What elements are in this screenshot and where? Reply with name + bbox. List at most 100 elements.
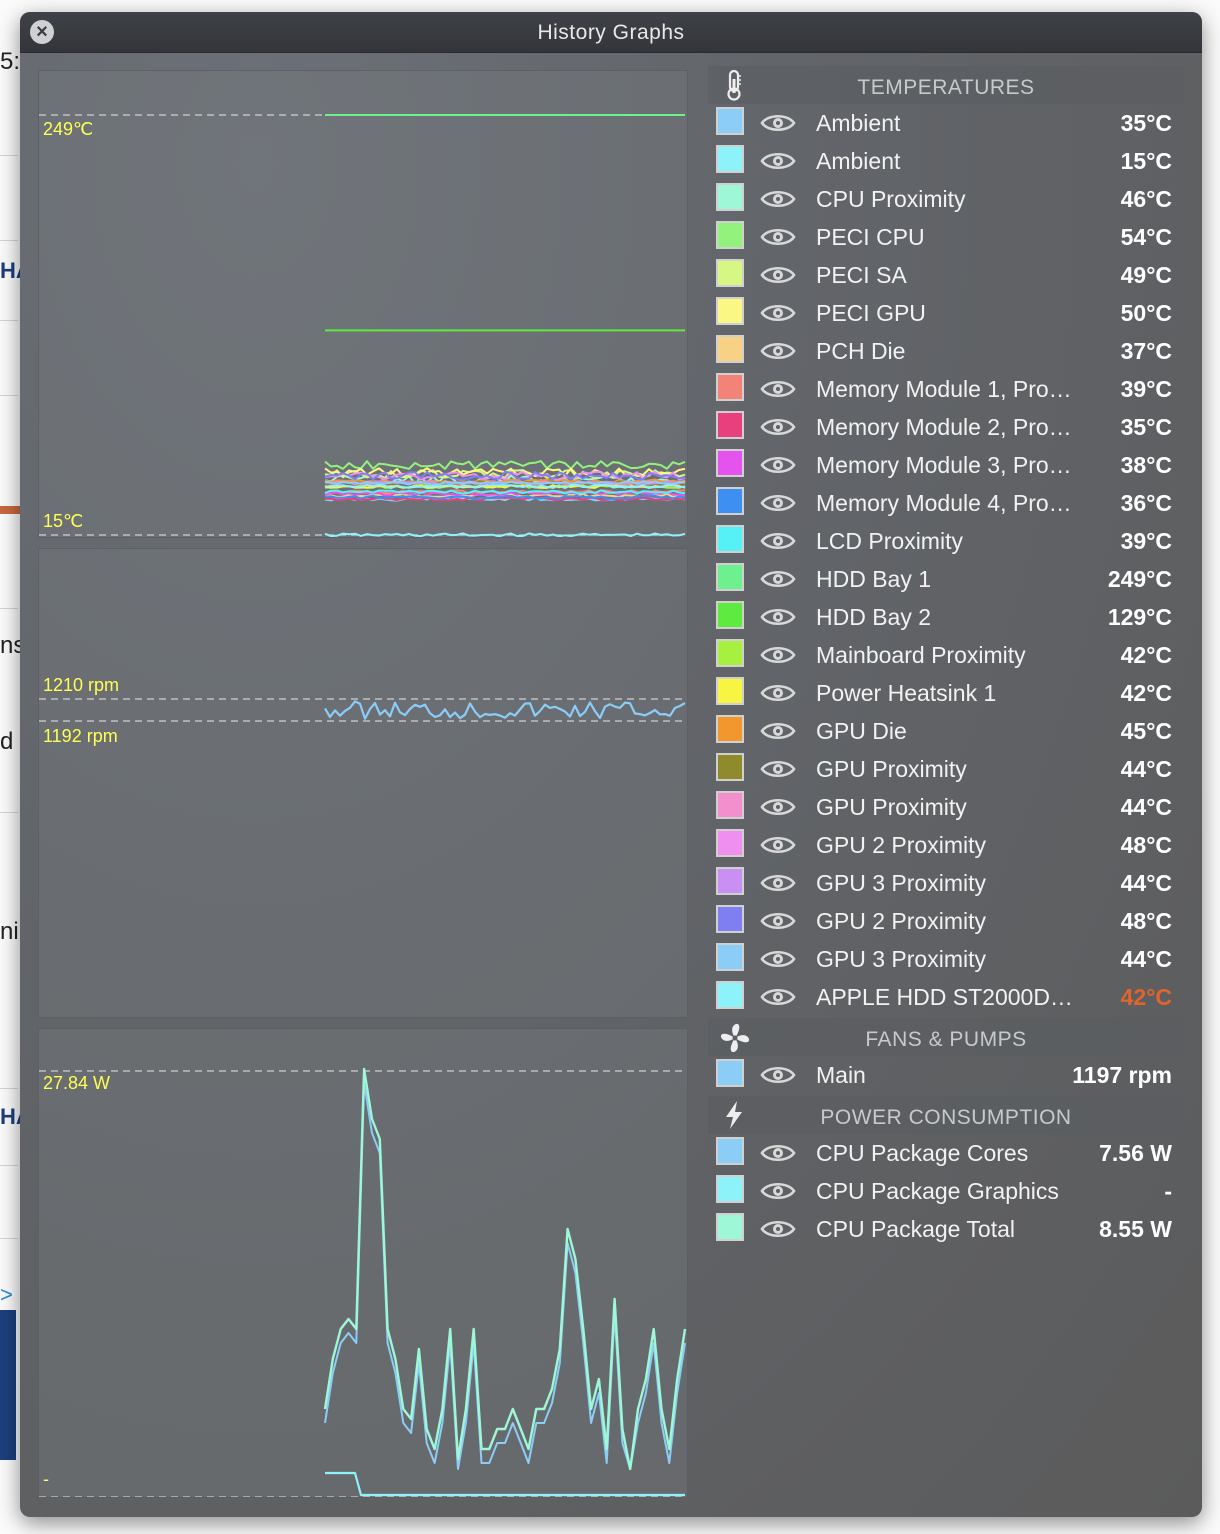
color-swatch[interactable]	[716, 601, 744, 629]
sensor-row[interactable]: Memory Module 4, Pro… 36°C	[708, 484, 1184, 522]
eye-icon[interactable]	[760, 644, 796, 666]
section-header-temperatures: TEMPERATURES	[708, 66, 1184, 104]
eye-icon[interactable]	[760, 188, 796, 210]
eye-icon[interactable]	[760, 1218, 796, 1240]
sensor-row[interactable]: Memory Module 1, Pro… 39°C	[708, 370, 1184, 408]
color-swatch[interactable]	[716, 677, 744, 705]
color-swatch[interactable]	[716, 791, 744, 819]
color-swatch[interactable]	[716, 525, 744, 553]
sensor-row[interactable]: Ambient 35°C	[708, 104, 1184, 142]
title-bar[interactable]: × History Graphs	[20, 12, 1202, 53]
eye-icon[interactable]	[760, 872, 796, 894]
eye-icon[interactable]	[760, 492, 796, 514]
background-link-arrow: >	[0, 1282, 13, 1307]
color-swatch[interactable]	[716, 829, 744, 857]
color-swatch[interactable]	[716, 1213, 744, 1241]
eye-icon[interactable]	[760, 150, 796, 172]
sensor-row[interactable]: GPU Die 45°C	[708, 712, 1184, 750]
eye-icon[interactable]	[760, 758, 796, 780]
color-swatch[interactable]	[716, 639, 744, 667]
color-swatch[interactable]	[716, 145, 744, 173]
sensor-row[interactable]: GPU Proximity 44°C	[708, 788, 1184, 826]
color-swatch[interactable]	[716, 1175, 744, 1203]
color-swatch[interactable]	[716, 981, 744, 1009]
eye-icon[interactable]	[760, 948, 796, 970]
sensor-row[interactable]: Memory Module 3, Pro… 38°C	[708, 446, 1184, 484]
sensor-name: GPU 3 Proximity	[816, 870, 986, 896]
sensor-row[interactable]: CPU Package Graphics -	[708, 1172, 1184, 1210]
sensor-row[interactable]: Main 1197 rpm	[708, 1056, 1184, 1094]
eye-icon[interactable]	[760, 720, 796, 742]
eye-icon[interactable]	[760, 986, 796, 1008]
sensor-row[interactable]: CPU Package Total 8.55 W	[708, 1210, 1184, 1248]
temperature-max-label: 249℃	[43, 119, 94, 139]
color-swatch[interactable]	[716, 259, 744, 287]
eye-icon[interactable]	[760, 302, 796, 324]
sensor-row[interactable]: PCH Die 37°C	[708, 332, 1184, 370]
color-swatch[interactable]	[716, 107, 744, 135]
color-swatch[interactable]	[716, 183, 744, 211]
eye-icon[interactable]	[760, 340, 796, 362]
color-swatch[interactable]	[716, 221, 744, 249]
eye-icon[interactable]	[760, 416, 796, 438]
sensor-row[interactable]: GPU 3 Proximity 44°C	[708, 940, 1184, 978]
sensor-row[interactable]: Memory Module 2, Pro… 35°C	[708, 408, 1184, 446]
color-swatch[interactable]	[716, 867, 744, 895]
color-swatch[interactable]	[716, 487, 744, 515]
sensor-value: 44°C	[1120, 794, 1172, 820]
eye-icon[interactable]	[760, 1180, 796, 1202]
eye-icon[interactable]	[760, 682, 796, 704]
eye-icon[interactable]	[760, 530, 796, 552]
background-divider	[0, 608, 18, 609]
eye-icon[interactable]	[760, 834, 796, 856]
eye-icon[interactable]	[760, 606, 796, 628]
sensor-row[interactable]: HDD Bay 1 249°C	[708, 560, 1184, 598]
eye-icon[interactable]	[760, 454, 796, 476]
color-swatch[interactable]	[716, 1059, 744, 1087]
sensor-row[interactable]: GPU 2 Proximity 48°C	[708, 902, 1184, 940]
sensor-row[interactable]: LCD Proximity 39°C	[708, 522, 1184, 560]
color-swatch[interactable]	[716, 943, 744, 971]
section-title: FANS & PUMPS	[865, 1028, 1027, 1051]
sensor-row[interactable]: HDD Bay 2 129°C	[708, 598, 1184, 636]
eye-icon[interactable]	[760, 264, 796, 286]
eye-icon[interactable]	[760, 796, 796, 818]
eye-icon[interactable]	[760, 910, 796, 932]
sensor-row[interactable]: PECI CPU 54°C	[708, 218, 1184, 256]
sensor-row[interactable]: CPU Proximity 46°C	[708, 180, 1184, 218]
color-swatch[interactable]	[716, 449, 744, 477]
sensor-row[interactable]: Power Heatsink 1 42°C	[708, 674, 1184, 712]
sensor-name: CPU Package Cores	[816, 1140, 1029, 1166]
sensor-name: GPU Die	[816, 718, 907, 744]
sensor-row[interactable]: APPLE HDD ST2000D… 42°C	[708, 978, 1184, 1016]
sensor-value: 35°C	[1120, 414, 1172, 440]
sensor-name: GPU 3 Proximity	[816, 946, 986, 972]
eye-icon[interactable]	[760, 568, 796, 590]
sensor-row[interactable]: PECI SA 49°C	[708, 256, 1184, 294]
power-total-trace	[323, 1067, 687, 1471]
color-swatch[interactable]	[716, 905, 744, 933]
color-swatch[interactable]	[716, 297, 744, 325]
sensor-row[interactable]: Mainboard Proximity 42°C	[708, 636, 1184, 674]
color-swatch[interactable]	[716, 335, 744, 363]
color-swatch[interactable]	[716, 1137, 744, 1165]
sensor-row[interactable]: GPU Proximity 44°C	[708, 750, 1184, 788]
sensor-row[interactable]: Ambient 15°C	[708, 142, 1184, 180]
sensor-row[interactable]: GPU 3 Proximity 44°C	[708, 864, 1184, 902]
sensor-row[interactable]: GPU 2 Proximity 48°C	[708, 826, 1184, 864]
color-swatch[interactable]	[716, 373, 744, 401]
color-swatch[interactable]	[716, 715, 744, 743]
eye-icon[interactable]	[760, 112, 796, 134]
color-swatch[interactable]	[716, 411, 744, 439]
sensor-row[interactable]: PECI GPU 50°C	[708, 294, 1184, 332]
color-swatch[interactable]	[716, 753, 744, 781]
eye-icon[interactable]	[760, 226, 796, 248]
sensor-name: GPU 2 Proximity	[816, 832, 986, 858]
color-swatch[interactable]	[716, 563, 744, 591]
eye-icon[interactable]	[760, 1064, 796, 1086]
sensor-name: Memory Module 4, Pro…	[816, 490, 1072, 516]
eye-icon[interactable]	[760, 378, 796, 400]
sensor-row[interactable]: CPU Package Cores 7.56 W	[708, 1134, 1184, 1172]
temperature-graph-canvas	[39, 114, 687, 537]
eye-icon[interactable]	[760, 1142, 796, 1164]
